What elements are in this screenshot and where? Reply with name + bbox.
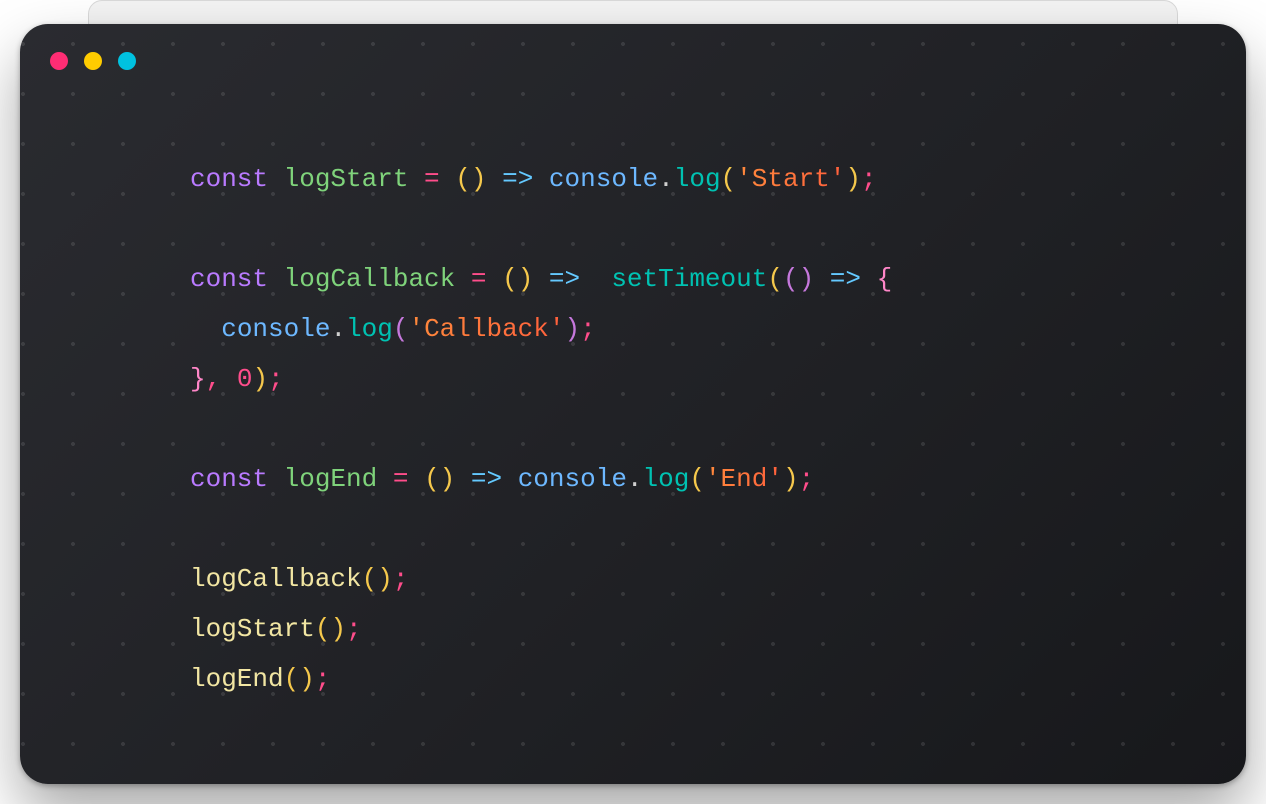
code-token: => — [486, 164, 548, 194]
code-token: const — [190, 264, 284, 294]
code-token: logEnd — [190, 664, 284, 694]
code-token: = — [377, 464, 424, 494]
code-token: ) — [845, 164, 861, 194]
code-token: => — [455, 464, 517, 494]
code-token: ; — [346, 614, 362, 644]
code-line: const logCallback = () => setTimeout(() … — [190, 264, 892, 294]
code-line: logCallback(); — [190, 564, 408, 594]
code-line: logStart(); — [190, 614, 362, 644]
code-token: 'End' — [705, 464, 783, 494]
code-token: ( — [362, 564, 378, 594]
code-token: 'Callback' — [408, 314, 564, 344]
code-token: ) — [377, 564, 393, 594]
code-token: = — [455, 264, 502, 294]
close-icon[interactable] — [50, 52, 68, 70]
code-token: . — [658, 164, 674, 194]
code-block: const logStart = () => console.log('Star… — [190, 154, 892, 704]
code-token: ) — [252, 364, 268, 394]
code-token: const — [190, 164, 284, 194]
code-token: . — [330, 314, 346, 344]
window-titlebar — [50, 52, 136, 70]
code-token: ) — [440, 464, 456, 494]
code-token: ( — [721, 164, 737, 194]
code-token: . — [627, 464, 643, 494]
code-token: ( — [455, 164, 471, 194]
code-line: const logStart = () => console.log('Star… — [190, 164, 877, 194]
code-token: { — [877, 264, 893, 294]
code-token: ) — [799, 264, 815, 294]
code-token: ; — [580, 314, 596, 344]
code-token: 'Start' — [736, 164, 845, 194]
code-token: ) — [471, 164, 487, 194]
code-token: ( — [502, 264, 518, 294]
code-token: => — [533, 264, 611, 294]
code-token: logStart — [190, 614, 315, 644]
code-token: ) — [330, 614, 346, 644]
code-token: ; — [268, 364, 284, 394]
code-token: console — [221, 314, 330, 344]
code-token: logEnd — [284, 464, 378, 494]
code-token: ( — [767, 264, 783, 294]
code-token: = — [408, 164, 455, 194]
minimize-icon[interactable] — [84, 52, 102, 70]
code-token: ( — [783, 264, 799, 294]
code-line: logEnd(); — [190, 664, 330, 694]
code-token: const — [190, 464, 284, 494]
code-token: ( — [315, 614, 331, 644]
code-token: ; — [799, 464, 815, 494]
code-line: const logEnd = () => console.log('End'); — [190, 464, 814, 494]
code-token: ; — [861, 164, 877, 194]
code-window: const logStart = () => console.log('Star… — [20, 24, 1246, 784]
code-token: log — [346, 314, 393, 344]
code-token: console — [518, 464, 627, 494]
code-token: console — [549, 164, 658, 194]
code-token: logCallback — [190, 564, 362, 594]
code-line: }, 0); — [190, 364, 284, 394]
code-token: ; — [315, 664, 331, 694]
code-token: ) — [518, 264, 534, 294]
code-token: ) — [565, 314, 581, 344]
code-token: , — [206, 364, 237, 394]
code-token: ( — [424, 464, 440, 494]
code-token: ( — [393, 314, 409, 344]
code-token: ) — [783, 464, 799, 494]
code-token: ( — [284, 664, 300, 694]
code-token: => — [814, 264, 876, 294]
code-line: console.log('Callback'); — [190, 314, 596, 344]
code-token: logStart — [284, 164, 409, 194]
code-token: ( — [689, 464, 705, 494]
code-token: ; — [393, 564, 409, 594]
code-token: setTimeout — [611, 264, 767, 294]
code-token — [190, 314, 221, 344]
zoom-icon[interactable] — [118, 52, 136, 70]
code-token: logCallback — [284, 264, 456, 294]
code-token: } — [190, 364, 206, 394]
stage: const logStart = () => console.log('Star… — [0, 0, 1266, 804]
code-token: log — [643, 464, 690, 494]
code-token: log — [674, 164, 721, 194]
code-token: 0 — [237, 364, 253, 394]
code-token: ) — [299, 664, 315, 694]
